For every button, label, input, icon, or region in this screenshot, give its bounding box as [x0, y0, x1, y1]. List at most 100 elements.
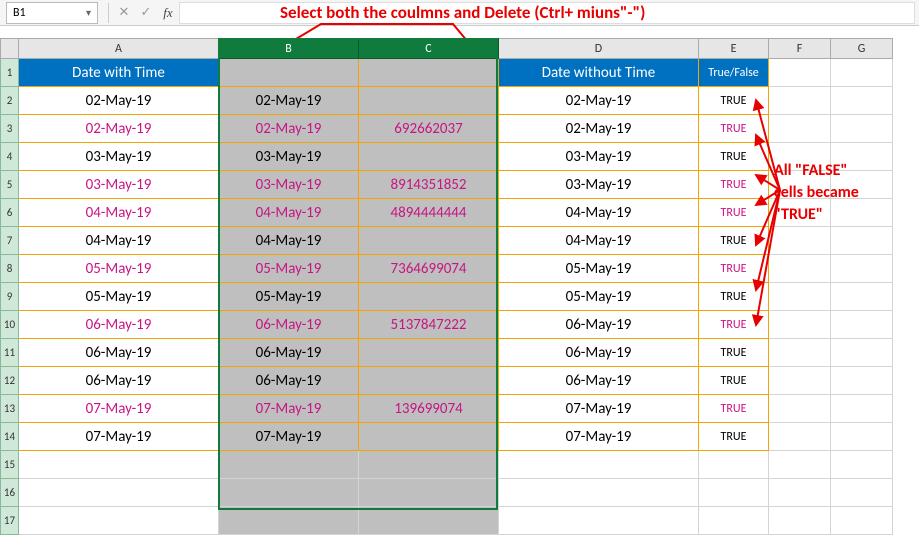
cell[interactable]: TRUE: [699, 227, 769, 255]
cell[interactable]: 02-May-19: [499, 115, 699, 143]
cell[interactable]: [769, 507, 831, 535]
cell[interactable]: TRUE: [699, 339, 769, 367]
cell[interactable]: 05-May-19: [499, 255, 699, 283]
cell[interactable]: TRUE: [699, 395, 769, 423]
select-all-corner[interactable]: [1, 39, 19, 59]
cell[interactable]: [699, 479, 769, 507]
cell[interactable]: [831, 367, 893, 395]
cell[interactable]: [769, 339, 831, 367]
cell[interactable]: 03-May-19: [19, 143, 219, 171]
cell[interactable]: [769, 87, 831, 115]
col-head-A[interactable]: A: [19, 39, 219, 59]
row-head[interactable]: 12: [1, 367, 19, 395]
spreadsheet-grid[interactable]: A B C D E F G 1Date with TimeDate withou…: [0, 38, 893, 535]
cell[interactable]: [769, 59, 831, 87]
cell[interactable]: 07-May-19: [499, 423, 699, 451]
cell[interactable]: 04-May-19: [219, 227, 359, 255]
cell[interactable]: TRUE: [699, 87, 769, 115]
col-head-F[interactable]: F: [769, 39, 831, 59]
cell[interactable]: [831, 423, 893, 451]
cell[interactable]: [769, 283, 831, 311]
cell[interactable]: 03-May-19: [19, 171, 219, 199]
cell[interactable]: [831, 395, 893, 423]
cell[interactable]: Date with Time: [19, 59, 219, 87]
cell[interactable]: 04-May-19: [19, 199, 219, 227]
cell[interactable]: 07-May-19: [219, 423, 359, 451]
cell[interactable]: 7364699074: [359, 255, 499, 283]
cell[interactable]: [219, 451, 359, 479]
cell[interactable]: TRUE: [699, 171, 769, 199]
cell[interactable]: 07-May-19: [499, 395, 699, 423]
cell[interactable]: [769, 479, 831, 507]
cell[interactable]: [359, 367, 499, 395]
cell[interactable]: [499, 479, 699, 507]
cell[interactable]: 07-May-19: [219, 395, 359, 423]
row-head[interactable]: 1: [1, 59, 19, 87]
cell[interactable]: 692662037: [359, 115, 499, 143]
cell[interactable]: [19, 507, 219, 535]
col-head-C[interactable]: C: [359, 39, 499, 59]
cell[interactable]: [19, 451, 219, 479]
cell[interactable]: [219, 507, 359, 535]
cell[interactable]: 02-May-19: [219, 87, 359, 115]
col-head-D[interactable]: D: [499, 39, 699, 59]
row-head[interactable]: 8: [1, 255, 19, 283]
cell[interactable]: True/False: [699, 59, 769, 87]
row-head[interactable]: 6: [1, 199, 19, 227]
row-head[interactable]: 5: [1, 171, 19, 199]
cell[interactable]: [359, 451, 499, 479]
cell[interactable]: 03-May-19: [499, 171, 699, 199]
row-head[interactable]: 13: [1, 395, 19, 423]
cell[interactable]: TRUE: [699, 255, 769, 283]
cell[interactable]: 06-May-19: [219, 311, 359, 339]
cell[interactable]: 04-May-19: [219, 199, 359, 227]
cell[interactable]: [359, 143, 499, 171]
cell[interactable]: 4894444444: [359, 199, 499, 227]
cell[interactable]: 05-May-19: [499, 283, 699, 311]
cell[interactable]: [219, 59, 359, 87]
name-box[interactable]: B1 ▾: [6, 2, 98, 24]
cell[interactable]: [499, 507, 699, 535]
col-head-B[interactable]: B: [219, 39, 359, 59]
row-head[interactable]: 4: [1, 143, 19, 171]
cell[interactable]: 06-May-19: [499, 339, 699, 367]
cell[interactable]: 03-May-19: [499, 143, 699, 171]
row-head[interactable]: 7: [1, 227, 19, 255]
cancel-icon[interactable]: ✕: [113, 5, 135, 20]
cell[interactable]: 06-May-19: [19, 367, 219, 395]
cell[interactable]: [831, 479, 893, 507]
cell[interactable]: [831, 115, 893, 143]
row-head[interactable]: 16: [1, 479, 19, 507]
cell[interactable]: [769, 255, 831, 283]
cell[interactable]: 5137847222: [359, 311, 499, 339]
cell[interactable]: 02-May-19: [19, 87, 219, 115]
cell[interactable]: [831, 339, 893, 367]
cell[interactable]: [359, 87, 499, 115]
cell[interactable]: [359, 283, 499, 311]
cell[interactable]: 04-May-19: [19, 227, 219, 255]
cell[interactable]: 04-May-19: [499, 199, 699, 227]
cell[interactable]: [359, 507, 499, 535]
cell[interactable]: 02-May-19: [499, 87, 699, 115]
cell[interactable]: 05-May-19: [219, 283, 359, 311]
fx-icon[interactable]: fx: [157, 5, 179, 21]
row-head[interactable]: 11: [1, 339, 19, 367]
cell[interactable]: 06-May-19: [19, 339, 219, 367]
cell[interactable]: [831, 283, 893, 311]
cell[interactable]: 05-May-19: [219, 255, 359, 283]
col-head-G[interactable]: G: [831, 39, 893, 59]
cell[interactable]: Date without Time: [499, 59, 699, 87]
row-head[interactable]: 10: [1, 311, 19, 339]
cell[interactable]: [769, 367, 831, 395]
cell[interactable]: 06-May-19: [219, 367, 359, 395]
cell[interactable]: [831, 255, 893, 283]
cell[interactable]: [19, 479, 219, 507]
cell[interactable]: [699, 507, 769, 535]
row-head[interactable]: 14: [1, 423, 19, 451]
cell[interactable]: 03-May-19: [219, 143, 359, 171]
cell[interactable]: 05-May-19: [19, 255, 219, 283]
cell[interactable]: [831, 311, 893, 339]
cell[interactable]: [831, 227, 893, 255]
cell[interactable]: TRUE: [699, 199, 769, 227]
cell[interactable]: [359, 227, 499, 255]
